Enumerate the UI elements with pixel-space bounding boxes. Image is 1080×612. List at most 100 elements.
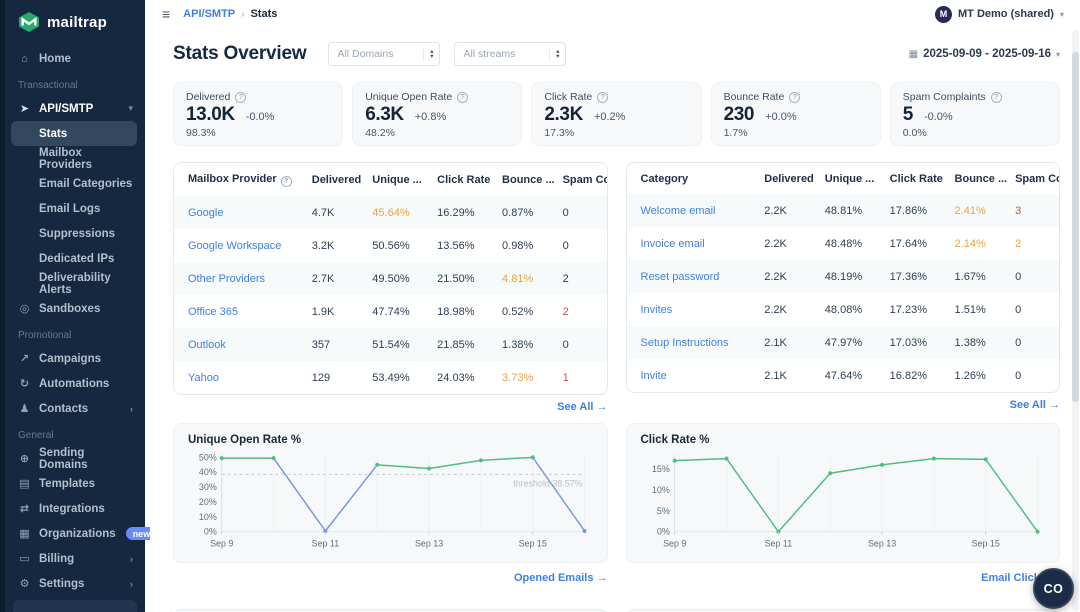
api-smtp-icon: ➤ <box>19 103 30 115</box>
sidebar-item-billing[interactable]: ▭ Billing › <box>5 546 145 571</box>
row-link-invites[interactable]: Invites <box>627 293 757 326</box>
sidebar-item-organizations[interactable]: ▦ Organizations new <box>5 521 158 546</box>
account-menu[interactable]: M MT Demo (shared) ▾ <box>935 5 1064 23</box>
filters: All Domains ▴ ▾ All streams ▴ ▾ <box>328 42 567 66</box>
table-cell: 2 <box>1015 237 1022 250</box>
table-cell: 3.73% <box>502 371 534 384</box>
row-link-welcome-email[interactable]: Welcome email <box>627 194 757 227</box>
chart-title: Click Rate % <box>640 434 710 446</box>
table-cell: 0 <box>1015 270 1022 283</box>
sidebar-item-home[interactable]: ⌂ Home <box>5 46 145 71</box>
see-all-link-categories[interactable]: See All → <box>626 399 1060 411</box>
click-rate-chart-card: Click Rate % 0% 5% 10% 15% Sep 9 Sep 11 Sep 13 S… <box>625 423 1060 563</box>
table-cell: 2 <box>562 272 569 285</box>
sidebar-item-sandboxes[interactable]: ◎ Sandboxes <box>5 296 145 321</box>
row-link-setup-instructions[interactable]: Setup Instructions <box>627 326 757 359</box>
opened-emails-link[interactable]: Opened Emails → <box>173 572 608 584</box>
table-cell: 0 <box>562 206 569 219</box>
sidebar-item-dedicated-ips[interactable]: Dedicated IPs <box>11 246 137 271</box>
row-link-office-365[interactable]: Office 365 <box>174 295 304 328</box>
topbar: ≡ API/SMTP › Stats M MT Demo (shared) ▾ <box>150 0 1080 28</box>
table-cell: 2.14% <box>954 237 986 250</box>
category-table: Category Delivered Unique ... Click Rate Bou… <box>626 163 1059 392</box>
help-icon[interactable]: ? <box>789 91 801 103</box>
nav-section-label: Promotional <box>18 330 72 341</box>
row-link-invoice-email[interactable]: Invoice email <box>627 227 757 260</box>
column-header-unique: Unique ... <box>824 173 875 185</box>
mailbox-provider-table-block: Mailbox Provider? Delivered Unique ... Clic… <box>173 162 608 413</box>
sidebar-item-suppressions[interactable]: Suppressions <box>11 221 137 246</box>
category-table-card: Category Delivered Unique ... Click Rate Bou… <box>625 162 1060 393</box>
stat-card-unique-open-rate: Unique Open Rate? 6.3K +0.8% 48.2% <box>352 82 523 146</box>
sidebar-item-automations[interactable]: ↻ Automations <box>5 371 145 396</box>
settings-icon: ⚙ <box>19 578 30 590</box>
table-cell: 48.19% <box>824 270 863 283</box>
sidebar-item-email-logs[interactable]: Email Logs <box>11 196 137 221</box>
row-link-google[interactable]: Google <box>174 196 304 229</box>
row-link-other-providers[interactable]: Other Providers <box>174 262 304 295</box>
help-icon[interactable]: ? <box>280 176 292 187</box>
chart-title: Unique Open Rate % <box>188 434 302 446</box>
domains-select[interactable]: All Domains ▴ ▾ <box>328 42 441 66</box>
stat-card-subvalue: 17.3% <box>544 127 575 139</box>
table-cell: 17.23% <box>889 303 927 316</box>
table-cell: 1.67% <box>954 270 986 283</box>
see-all-link-providers[interactable]: See All → <box>173 401 607 413</box>
table-cell: 21.85% <box>437 338 475 351</box>
sidebar-item-email-categories[interactable]: Email Categories <box>11 171 137 196</box>
table-cell: 0 <box>562 239 569 252</box>
chat-widget-button[interactable]: CO <box>1033 568 1074 609</box>
email-clicks-link[interactable]: Email Clicks → <box>626 572 1060 584</box>
row-link-invite[interactable]: Invite <box>627 359 757 392</box>
hamburger-icon[interactable]: ≡ <box>162 7 170 21</box>
sidebar-item-sending-domains[interactable]: ⊕ Sending Domains <box>5 446 145 471</box>
svg-text:Sep 9: Sep 9 <box>210 539 233 549</box>
row-link-yahoo[interactable]: Yahoo <box>174 361 304 394</box>
sidebar-item-contacts[interactable]: ♟ Contacts › <box>5 396 145 421</box>
svg-text:50%: 50% <box>199 452 217 462</box>
breadcrumb-link-api-smtp[interactable]: API/SMTP <box>183 8 235 20</box>
sidebar-item-campaigns[interactable]: ↗ Campaigns <box>5 346 145 371</box>
sidebar-item-api-smtp[interactable]: ➤ API/SMTP ▾ <box>5 96 145 121</box>
table-cell: 1.38% <box>502 338 534 351</box>
chevron-down-icon: ▾ <box>1055 49 1060 59</box>
column-header-click-rate: Click Rate <box>889 173 943 185</box>
sidebar-item-stats[interactable]: Stats <box>11 121 137 146</box>
table-cell: 1.9K <box>311 305 335 318</box>
help-icon[interactable]: ? <box>235 91 247 103</box>
table-cell: 4.81% <box>502 272 534 285</box>
contacts-icon: ♟ <box>19 403 30 415</box>
table-cell: 1.26% <box>954 369 986 382</box>
help-icon[interactable]: ? <box>457 91 469 103</box>
sidebar-item-templates[interactable]: ▤ Templates <box>5 471 145 496</box>
stat-card-delta: +0.0% <box>765 111 797 123</box>
streams-select[interactable]: All streams ▴ ▾ <box>454 42 567 66</box>
row-link-google-workspace[interactable]: Google Workspace <box>174 229 304 262</box>
help-icon[interactable]: ? <box>597 91 609 103</box>
help-icon[interactable]: ? <box>990 91 1002 103</box>
home-icon: ⌂ <box>21 52 28 65</box>
table-cell: 0 <box>1015 369 1022 382</box>
mailtrap-logo[interactable]: mailtrap <box>5 0 145 41</box>
streams-select-value: All streams <box>463 48 516 60</box>
table-cell: 2.1K <box>764 369 787 382</box>
line-chart: 0% 5% 10% 15% Sep 9 Sep 11 Sep 13 Sep 15 <box>651 454 1040 549</box>
stat-card-value: 5 <box>902 104 914 125</box>
sidebar-item-integrations[interactable]: ⇄ Integrations <box>5 496 145 521</box>
avatar: M <box>935 5 953 23</box>
sidebar-item-settings[interactable]: ⚙ Settings › <box>5 571 145 596</box>
unique-open-rate-chart-block: Unique Open Rate % 0% 10% 20% 30% 40% 50% thres… <box>173 423 608 584</box>
chevron-right-icon: › <box>130 578 133 589</box>
column-header-unique: Unique ... <box>372 174 422 186</box>
line-chart: 0%10%20%30%40%50%threshold 38.57%Sep 9 Se… <box>199 452 587 549</box>
stat-card-spam-complaints: Spam Complaints? 5 -0.0% 0.0% <box>889 82 1060 146</box>
scrollbar-thumb[interactable] <box>1072 52 1079 402</box>
sidebar-item-mailbox-providers[interactable]: Mailbox Providers <box>11 146 137 171</box>
app-root: mailtrap ⌂ Home Transactional ➤ API/SMTP ▾ Sta… <box>0 0 1080 612</box>
table-row: Reset password 2.2K 48.19% 17.36% 1.67% 0 <box>626 260 1059 293</box>
date-range-picker[interactable]: ▦ 2025-09-09 - 2025-09-16 ▾ <box>909 48 1060 60</box>
sidebar-item-deliverability-alerts[interactable]: Deliverability Alerts <box>11 271 137 296</box>
column-header-delivered: Delivered <box>764 173 814 185</box>
row-link-outlook[interactable]: Outlook <box>174 328 304 361</box>
row-link-reset-password[interactable]: Reset password <box>627 260 757 293</box>
